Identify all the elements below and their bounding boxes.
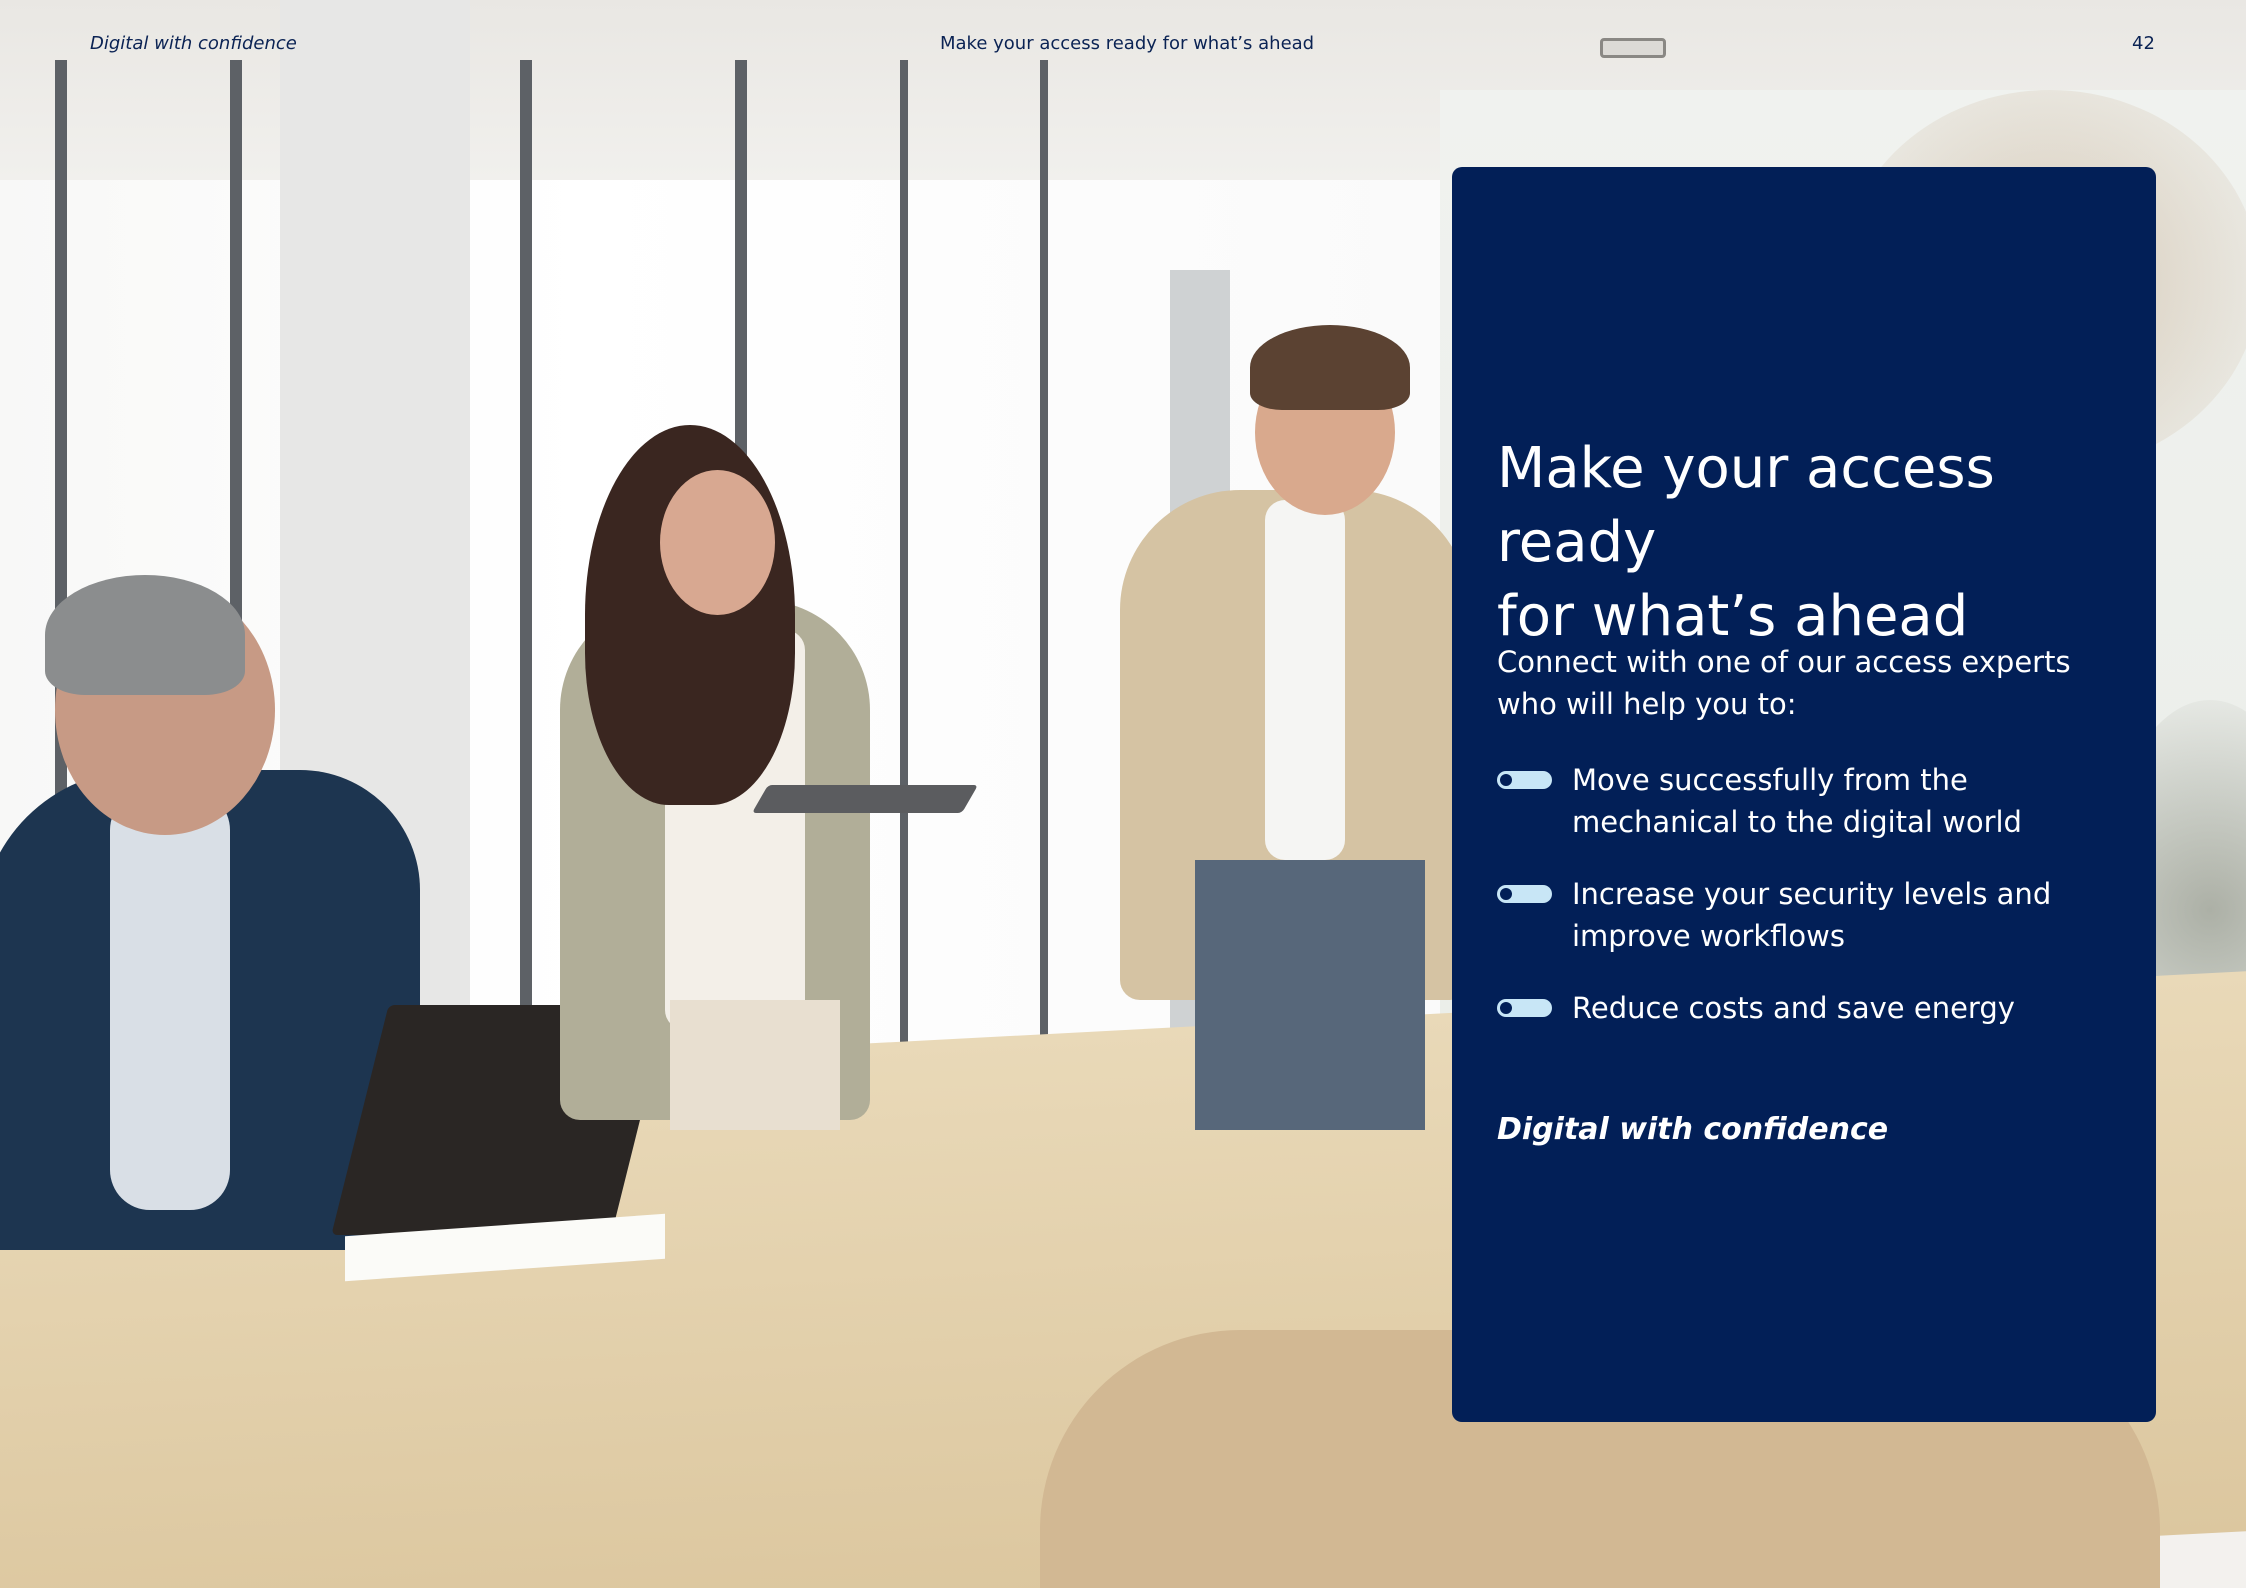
header-brand: Digital with confidence — [90, 33, 297, 54]
panel-intro: Connect with one of our access experts w… — [1497, 641, 2117, 725]
window-frame — [1040, 60, 1048, 1100]
list-item-text: improve workflows — [1572, 919, 1845, 953]
panel-title-line: for what’s ahead — [1497, 584, 1969, 649]
list-item: Move successfully from the mechanical to… — [1497, 759, 2137, 843]
tablet — [751, 785, 979, 813]
header-section-title: Make your access ready for what’s ahead — [940, 33, 1315, 54]
page-number: 42 — [2132, 33, 2155, 54]
panel-intro-line: who will help you to: — [1497, 687, 1797, 721]
list-item-text: mechanical to the digital world — [1572, 805, 2022, 839]
panel-intro-line: Connect with one of our access experts — [1497, 645, 2071, 679]
toggle-icon — [1497, 999, 1552, 1017]
list-item-text: Reduce costs and save energy — [1572, 991, 2015, 1025]
list-item-text: Move successfully from the — [1572, 763, 1968, 797]
list-item-text: Increase your security levels and — [1572, 877, 2052, 911]
window-frame — [520, 60, 532, 1100]
info-panel: Make your access ready for what’s ahead … — [1452, 167, 2156, 1422]
panel-title-line: Make your access ready — [1497, 436, 1995, 575]
benefit-list: Move successfully from the mechanical to… — [1497, 759, 2137, 1059]
list-item: Increase your security levels and improv… — [1497, 873, 2137, 957]
window-frame — [900, 60, 908, 1100]
panel-tagline: Digital with confidence — [1497, 1112, 1889, 1147]
toggle-icon — [1497, 885, 1552, 903]
panel-title: Make your access ready for what’s ahead — [1497, 432, 2137, 654]
ceiling-light — [1600, 38, 1666, 58]
toggle-icon — [1497, 771, 1552, 789]
brochure-page: Digital with confidence Make your access… — [0, 0, 2246, 1588]
list-item: Reduce costs and save energy — [1497, 987, 2137, 1029]
